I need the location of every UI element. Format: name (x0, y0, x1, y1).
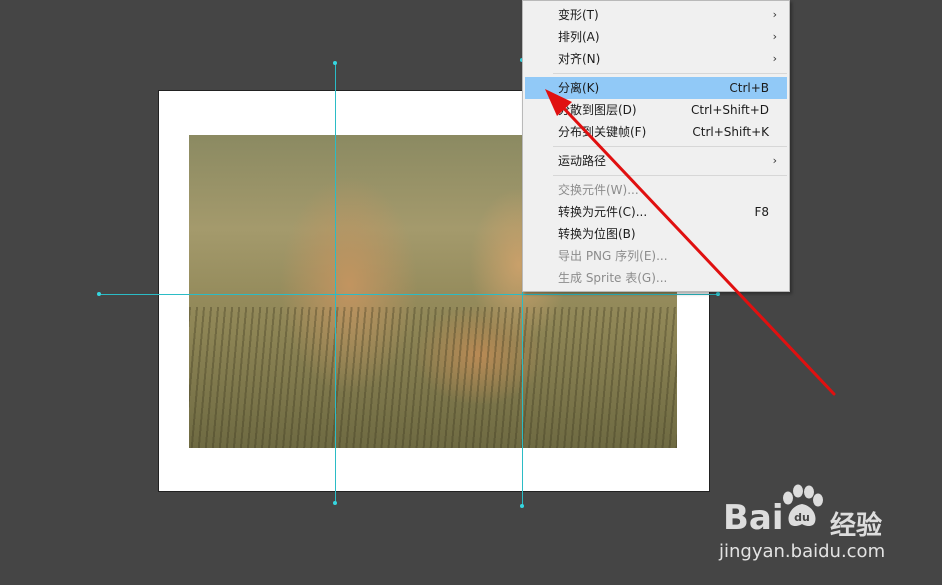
stage-canvas[interactable]: 变形(T) › 排列(A) › 对齐(N) › 分离(K) Ctrl+B 分散到… (0, 0, 942, 585)
watermark-brand: Bai (723, 498, 784, 538)
svg-text:du: du (794, 511, 810, 524)
watermark-brand-cn: 经验 (830, 511, 883, 541)
baidu-paw-icon: du (783, 484, 823, 526)
watermark-url: jingyan.baidu.com (719, 541, 886, 562)
